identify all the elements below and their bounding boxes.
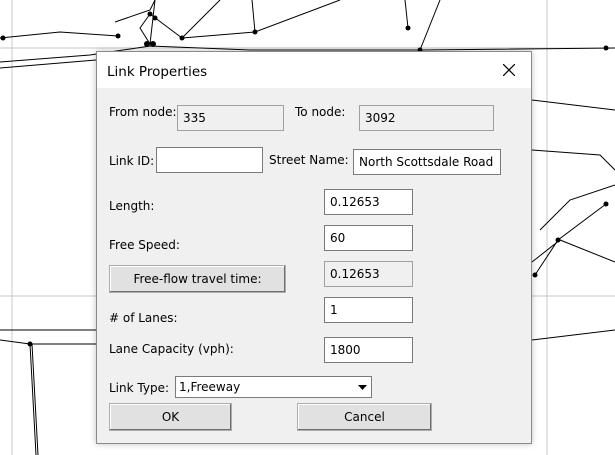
street-name-label: Street Name: — [269, 153, 349, 167]
lane-capacity-input[interactable]: 1800 — [324, 337, 413, 363]
close-icon — [503, 64, 515, 76]
street-name-input[interactable]: North Scottsdale Road — [353, 149, 501, 175]
link-properties-dialog: Link Properties From node: 335 To node: … — [96, 51, 532, 444]
link-type-value: 1,Freeway — [179, 380, 241, 394]
link-id-input[interactable] — [156, 147, 263, 173]
length-label: Length: — [109, 199, 155, 213]
free-flow-travel-time-button[interactable]: Free-flow travel time: — [109, 265, 286, 293]
lanes-input[interactable]: 1 — [324, 297, 413, 323]
from-node-label: From node: — [109, 105, 177, 119]
free-flow-travel-time-field: 0.12653 — [324, 261, 413, 287]
dropdown-arrow-button[interactable] — [354, 377, 371, 397]
free-speed-label: Free Speed: — [109, 238, 180, 252]
to-node-label: To node: — [295, 105, 346, 119]
from-node-field: 335 — [177, 105, 284, 131]
ok-button[interactable]: OK — [109, 403, 232, 431]
lanes-label: # of Lanes: — [109, 311, 178, 325]
to-node-field: 3092 — [359, 105, 494, 131]
lane-capacity-label: Lane Capacity (vph): — [109, 342, 234, 356]
link-type-select[interactable]: 1,Freeway — [175, 376, 372, 398]
dialog-title: Link Properties — [107, 64, 208, 80]
link-type-label: Link Type: — [109, 381, 169, 395]
close-button[interactable] — [487, 52, 531, 88]
length-input[interactable]: 0.12653 — [324, 189, 413, 215]
link-id-label: Link ID: — [109, 154, 155, 168]
chevron-down-icon — [358, 384, 367, 390]
free-speed-input[interactable]: 60 — [324, 225, 413, 251]
dialog-titlebar: Link Properties — [97, 52, 531, 88]
cancel-button[interactable]: Cancel — [297, 403, 432, 431]
